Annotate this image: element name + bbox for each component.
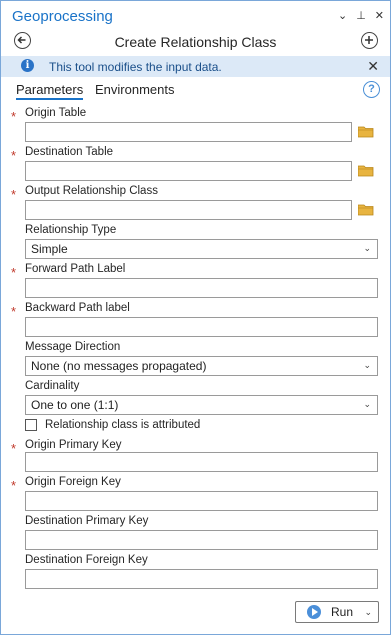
chevron-down-icon[interactable]: ⌄ [364, 607, 372, 618]
tool-title: Create Relationship Class [114, 34, 277, 50]
origin-table-label: Origin Table [25, 107, 87, 119]
origin-foreign-key-input[interactable] [25, 491, 378, 511]
backward-path-label-label: Backward Path label [25, 302, 130, 314]
origin-primary-key-label: Origin Primary Key [25, 439, 122, 451]
chevron-down-icon[interactable]: ⌄ [338, 9, 347, 22]
destination-table-input[interactable] [25, 161, 352, 181]
info-icon: i [21, 59, 34, 72]
forward-path-label-label: Forward Path Label [25, 263, 126, 275]
output-relationship-class-input[interactable] [25, 200, 352, 220]
chevron-down-icon: ⌄ [363, 243, 371, 253]
origin-foreign-key-label: Origin Foreign Key [25, 476, 121, 488]
chevron-down-icon: ⌄ [363, 399, 371, 409]
forward-path-label-input[interactable] [25, 278, 378, 298]
run-button[interactable]: Run ⌄ [295, 601, 379, 623]
message-direction-value: None (no messages propagated) [31, 359, 207, 373]
tab-environments[interactable]: Environments [95, 82, 174, 97]
message-direction-select[interactable]: None (no messages propagated) ⌄ [25, 356, 378, 376]
folder-icon[interactable] [358, 204, 374, 216]
destination-foreign-key-label: Destination Foreign Key [25, 554, 148, 566]
close-icon[interactable]: ✕ [375, 9, 384, 22]
output-relationship-class-label: Output Relationship Class [25, 185, 158, 197]
required-marker: * [11, 109, 17, 124]
folder-icon[interactable] [358, 165, 374, 177]
tool-header: Create Relationship Class [1, 29, 390, 55]
info-bar: i This tool modifies the input data. ✕ [1, 56, 390, 77]
message-direction-label: Message Direction [25, 341, 121, 353]
backward-path-label-input[interactable] [25, 317, 378, 337]
destination-primary-key-label: Destination Primary Key [25, 515, 149, 527]
tab-parameters[interactable]: Parameters [16, 82, 84, 100]
window-controls: ⌄ ⊥ ✕ [338, 9, 384, 22]
destination-table-label: Destination Table [25, 146, 114, 158]
required-marker: * [11, 148, 17, 163]
folder-icon[interactable] [358, 126, 374, 138]
play-icon [307, 605, 321, 619]
required-marker: * [11, 265, 17, 280]
required-marker: * [11, 478, 17, 493]
required-marker: * [11, 304, 17, 319]
origin-primary-key-input[interactable] [25, 452, 378, 472]
add-button[interactable] [361, 32, 378, 49]
chevron-down-icon: ⌄ [363, 360, 371, 370]
pane-titlebar: Geoprocessing ⌄ ⊥ ✕ [1, 1, 390, 27]
pin-icon[interactable]: ⊥ [356, 9, 366, 22]
help-icon[interactable]: ? [363, 81, 380, 98]
run-label: Run [331, 605, 354, 619]
plus-icon [365, 36, 373, 44]
attributed-checkbox[interactable] [25, 419, 37, 431]
info-close-icon[interactable]: ✕ [367, 58, 379, 75]
destination-primary-key-input[interactable] [25, 530, 378, 550]
origin-table-input[interactable] [25, 122, 352, 142]
attributed-checkbox-label: Relationship class is attributed [45, 419, 201, 431]
relationship-type-value: Simple [31, 242, 68, 256]
info-message: This tool modifies the input data. [49, 60, 222, 74]
geoprocessing-pane: Geoprocessing ⌄ ⊥ ✕ Create Relationship … [0, 0, 391, 635]
cardinality-label: Cardinality [25, 380, 80, 392]
cardinality-value: One to one (1:1) [31, 398, 119, 412]
relationship-type-select[interactable]: Simple ⌄ [25, 239, 378, 259]
pane-title: Geoprocessing [12, 8, 113, 25]
tab-strip: Parameters Environments ? [1, 81, 390, 101]
required-marker: * [11, 187, 17, 202]
relationship-type-label: Relationship Type [25, 224, 117, 236]
required-marker: * [11, 441, 17, 456]
destination-foreign-key-input[interactable] [25, 569, 378, 589]
cardinality-select[interactable]: One to one (1:1) ⌄ [25, 395, 378, 415]
